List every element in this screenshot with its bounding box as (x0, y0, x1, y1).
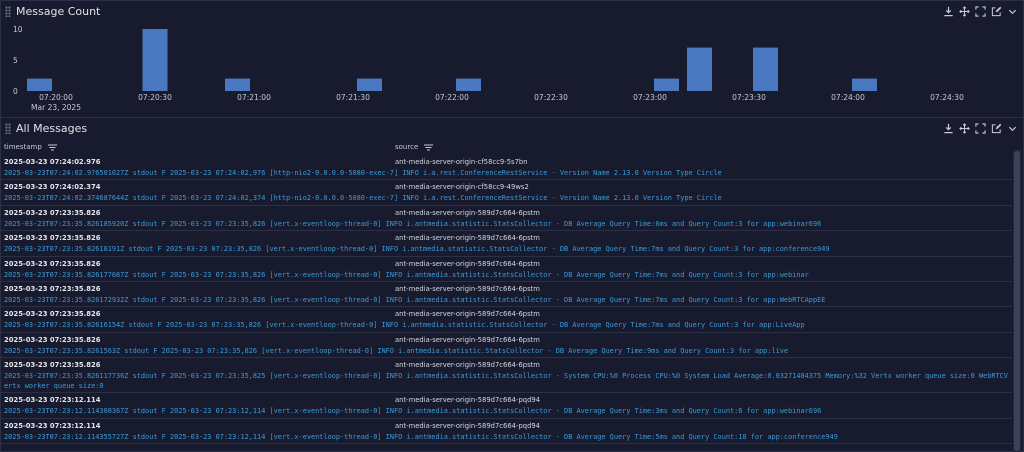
panel-title: All Messages (16, 122, 88, 135)
sort-icon[interactable] (47, 144, 57, 151)
bar[interactable] (753, 47, 778, 91)
log-timestamp: 2025-03-23 07:23:35.826 (4, 208, 101, 217)
log-timestamp: 2025-03-23 07:24:02.976 (4, 158, 101, 166)
log-timestamp: 2025-03-23 07:23:12.114 (4, 396, 101, 405)
panel-title: Message Count (16, 5, 101, 18)
y-tick-label: 5 (13, 56, 18, 65)
log-source: ant-media-server-origin-589d7c664-6pstm (395, 284, 540, 293)
log-row[interactable]: 2025-03-23 07:23:35.826 ant-media-server-… (0, 358, 1012, 394)
x-tick-label: 07:22:30 (534, 93, 568, 102)
panel-header: All Messages (1, 118, 1023, 140)
column-header-source[interactable]: source (395, 140, 434, 154)
move-icon[interactable] (958, 121, 971, 135)
log-row[interactable]: 2025-03-23 07:23:35.826 ant-media-server-… (0, 333, 1012, 359)
log-source: ant-media-server-origin-589d7c664-pqd94 (395, 396, 541, 405)
log-message: 2025-03-23T07:23:12.114355727Z stdout F … (4, 432, 838, 441)
log-message: 2025-03-23T07:23:35.826172932Z stdout F … (4, 295, 826, 304)
scrollbar-thumb[interactable] (1014, 151, 1020, 451)
edit-icon[interactable] (990, 121, 1003, 135)
log-source: ant-media-server-origin-589d7c664-6pstm (395, 234, 540, 243)
log-row[interactable]: 2025-03-23 07:23:35.826 ant-media-server-… (0, 282, 1012, 308)
download-icon[interactable] (942, 121, 955, 135)
log-source: ant-media-server-origin-589d7c664-6pstm (395, 208, 540, 217)
chevron-down-icon[interactable] (1006, 121, 1019, 135)
message-count-chart: 10 5 0 07:20:00 07:20:30 07:21:00 07:21:30 07:2… (13, 25, 964, 112)
log-message: 2025-03-23T07:23:35.826185920Z stdout F … (4, 219, 822, 228)
log-message: 2025-03-23T07:23:35.826117736Z stdout F … (4, 372, 1008, 391)
bar[interactable] (142, 29, 168, 91)
log-message: 2025-03-23T07:23:35.82616154Z stdout F 2… (4, 321, 805, 330)
x-tick-label: 07:24:30 (930, 93, 964, 102)
log-row[interactable]: 2025-03-23 07:23:35.826 ant-media-server-… (0, 307, 1012, 333)
log-message: 2025-03-23T07:23:12.114308367Z stdout F … (4, 407, 822, 416)
log-row[interactable]: 2025-03-23 07:23:35.826 ant-media-server-… (0, 257, 1012, 282)
panel-actions (942, 4, 1019, 18)
x-tick-label: 07:24:00 (831, 93, 865, 102)
fullscreen-icon[interactable] (974, 4, 987, 18)
log-timestamp: 2025-03-23 07:23:12.114 (4, 421, 101, 430)
log-source: ant-media-server-origin-589d7c664-6pstm (395, 361, 540, 370)
log-message: 2025-03-23T07:23:35.826177687Z stdout F … (4, 270, 809, 279)
log-scrollbar[interactable] (1013, 150, 1021, 452)
x-tick-label: 07:20:30 (138, 93, 172, 102)
move-icon[interactable] (958, 4, 971, 18)
log-source: ant-media-server-origin-589d7c664-6pstm (395, 310, 540, 319)
log-message: 2025-03-23T07:24:02.976501027Z stdout F … (4, 169, 722, 177)
column-label: source (395, 143, 419, 151)
log-timestamp: 2025-03-23 07:23:35.826 (4, 259, 101, 268)
log-row[interactable]: 2025-03-23 07:23:12.114 ant-media-server-… (0, 393, 1012, 419)
log-source: ant-media-server-origin-589d7c664-6pstm (395, 335, 540, 344)
log-timestamp: 2025-03-23 07:23:35.826 (4, 310, 101, 319)
y-tick-label: 10 (13, 25, 23, 34)
log-message: 2025-03-23T07:23:35.8261563Z stdout F 20… (4, 346, 789, 355)
log-timestamp: 2025-03-23 07:23:35.826 (4, 361, 101, 370)
x-tick-label: 07:21:00 (237, 93, 271, 102)
log-row[interactable]: 2025-03-23 07:23:35.826 ant-media-server-… (0, 206, 1012, 232)
y-tick-label: 0 (13, 87, 18, 96)
sort-icon[interactable] (424, 144, 434, 151)
log-source: ant-media-server-origin-cf58cc9-49ws2 (395, 183, 529, 192)
x-tick-label: 07:23:30 (732, 93, 766, 102)
log-message: 2025-03-23T07:24:02.374687644Z stdout F … (4, 194, 722, 203)
bar[interactable] (687, 47, 712, 91)
x-tick-label: 07:23:00 (633, 93, 667, 102)
fullscreen-icon[interactable] (974, 121, 987, 135)
bar[interactable] (27, 78, 52, 91)
x-tick-label: 07:22:00 (435, 93, 469, 102)
edit-icon[interactable] (990, 4, 1003, 18)
log-row[interactable]: 2025-03-23 07:24:02.976 ant-media-server-… (0, 155, 1012, 181)
panel-actions (942, 121, 1019, 135)
log-source: ant-media-server-origin-589d7c664-6pstm (395, 259, 540, 268)
log-timestamp: 2025-03-23 07:23:35.826 (4, 335, 101, 344)
x-date-label: Mar 23, 2025 (31, 103, 81, 112)
bar[interactable] (456, 78, 481, 91)
log-source: ant-media-server-origin-589d7c664-pqd94 (395, 421, 541, 430)
log-timestamp: 2025-03-23 07:23:35.826 (4, 234, 101, 243)
x-tick-label: 07:21:30 (336, 93, 370, 102)
download-icon[interactable] (942, 4, 955, 18)
log-timestamp: 2025-03-23 07:24:02.374 (4, 183, 101, 192)
log-timestamp: 2025-03-23 07:23:35.826 (4, 284, 101, 293)
log-row[interactable]: 2025-03-23 07:24:02.374 ant-media-server-… (0, 180, 1012, 206)
column-header-timestamp[interactable]: timestamp (4, 140, 57, 154)
drag-handle-icon[interactable] (5, 6, 11, 17)
drag-handle-icon[interactable] (5, 123, 11, 134)
column-label: timestamp (4, 143, 42, 151)
bar[interactable] (225, 78, 250, 91)
bar[interactable] (852, 78, 877, 91)
log-table-body: 2025-03-23 07:24:02.976 ant-media-server-… (0, 155, 1012, 452)
chevron-down-icon[interactable] (1006, 4, 1019, 18)
bar[interactable] (654, 78, 679, 91)
message-count-panel: Message Count 10 5 0 07:20:00 07:20:30 07:21:… (0, 0, 1024, 118)
log-row[interactable]: 2025-03-23 07:23:35.826 ant-media-server-… (0, 231, 1012, 257)
log-message: 2025-03-23T07:23:35.82618191Z stdout F 2… (4, 245, 830, 254)
log-source: ant-media-server-origin-cf58cc9-5s7bn (395, 158, 528, 166)
bar[interactable] (357, 78, 382, 91)
x-tick-label: 07:20:00 (39, 93, 73, 102)
log-row[interactable]: 2025-03-23 07:23:12.114 ant-media-server-… (0, 419, 1012, 444)
